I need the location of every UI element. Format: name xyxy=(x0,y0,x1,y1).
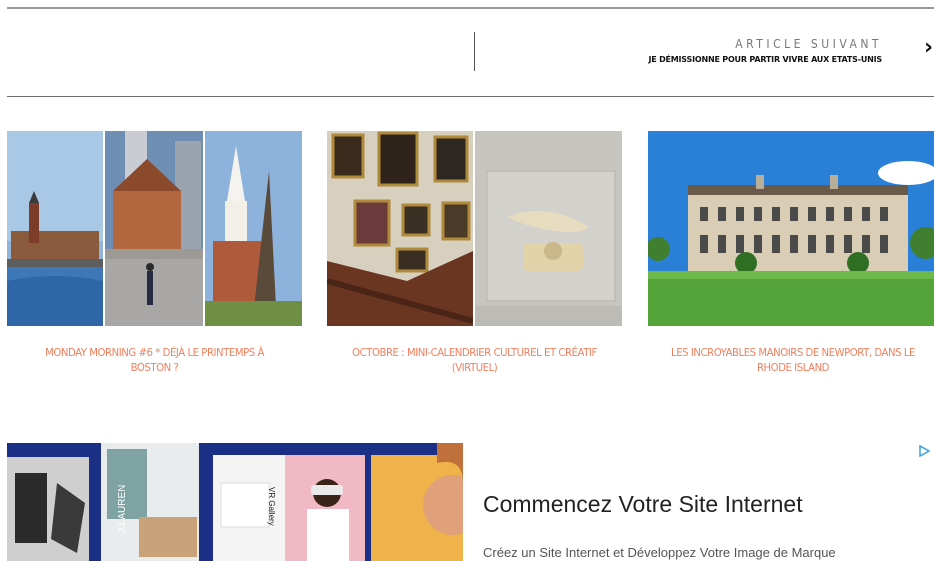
ad-banner[interactable]: J.LAUREN VR Gallery Commencez Votre Site… xyxy=(7,443,934,561)
newport-mansion-image xyxy=(648,131,934,326)
adchoices-icon[interactable] xyxy=(918,445,932,457)
article-thumbnail[interactable] xyxy=(648,131,934,326)
article-caption[interactable]: MONDAY MORNING #6 * DÉJÀ LE PRINTEMPS À … xyxy=(19,345,290,375)
article-caption[interactable]: LES INCROYABLES MANOIRS DE NEWPORT, DANS… xyxy=(660,345,927,375)
museum-collage-image xyxy=(327,131,622,326)
section-divider xyxy=(7,96,934,97)
related-article-card[interactable]: LES INCROYABLES MANOIRS DE NEWPORT, DANS… xyxy=(648,131,934,375)
article-thumbnail[interactable] xyxy=(7,131,302,326)
related-article-card[interactable]: OCTOBRE : MINI-CALENDRIER CULTUREL ET CR… xyxy=(327,131,622,375)
ad-text-area[interactable]: Commencez Votre Site Internet Créez un S… xyxy=(463,443,934,561)
next-article-link[interactable]: ARTICLE SUIVANT JE DÉMISSIONNE POUR PART… xyxy=(648,36,882,64)
ad-gallery-text: VR Gallery xyxy=(267,487,276,526)
article-caption[interactable]: OCTOBRE : MINI-CALENDRIER CULTUREL ET CR… xyxy=(339,345,610,375)
article-thumbnail[interactable] xyxy=(327,131,622,326)
related-article-card[interactable]: MONDAY MORNING #6 * DÉJÀ LE PRINTEMPS À … xyxy=(7,131,302,375)
ad-headline[interactable]: Commencez Votre Site Internet xyxy=(483,491,803,518)
boston-collage-image xyxy=(7,131,302,326)
header-separator xyxy=(474,32,475,71)
ad-brand-text: J.LAUREN xyxy=(117,485,128,533)
ad-image[interactable]: J.LAUREN VR Gallery xyxy=(7,443,463,561)
next-article-title[interactable]: JE DÉMISSIONNE POUR PARTIR VIVRE AUX ETA… xyxy=(648,55,882,64)
ad-collage-image: J.LAUREN VR Gallery xyxy=(7,443,463,561)
next-article-heading: ARTICLE SUIVANT xyxy=(735,37,882,51)
top-divider xyxy=(7,7,934,9)
ad-body-text[interactable]: Créez un Site Internet et Développez Vot… xyxy=(483,545,836,560)
chevron-right-icon[interactable]: › xyxy=(924,36,933,60)
